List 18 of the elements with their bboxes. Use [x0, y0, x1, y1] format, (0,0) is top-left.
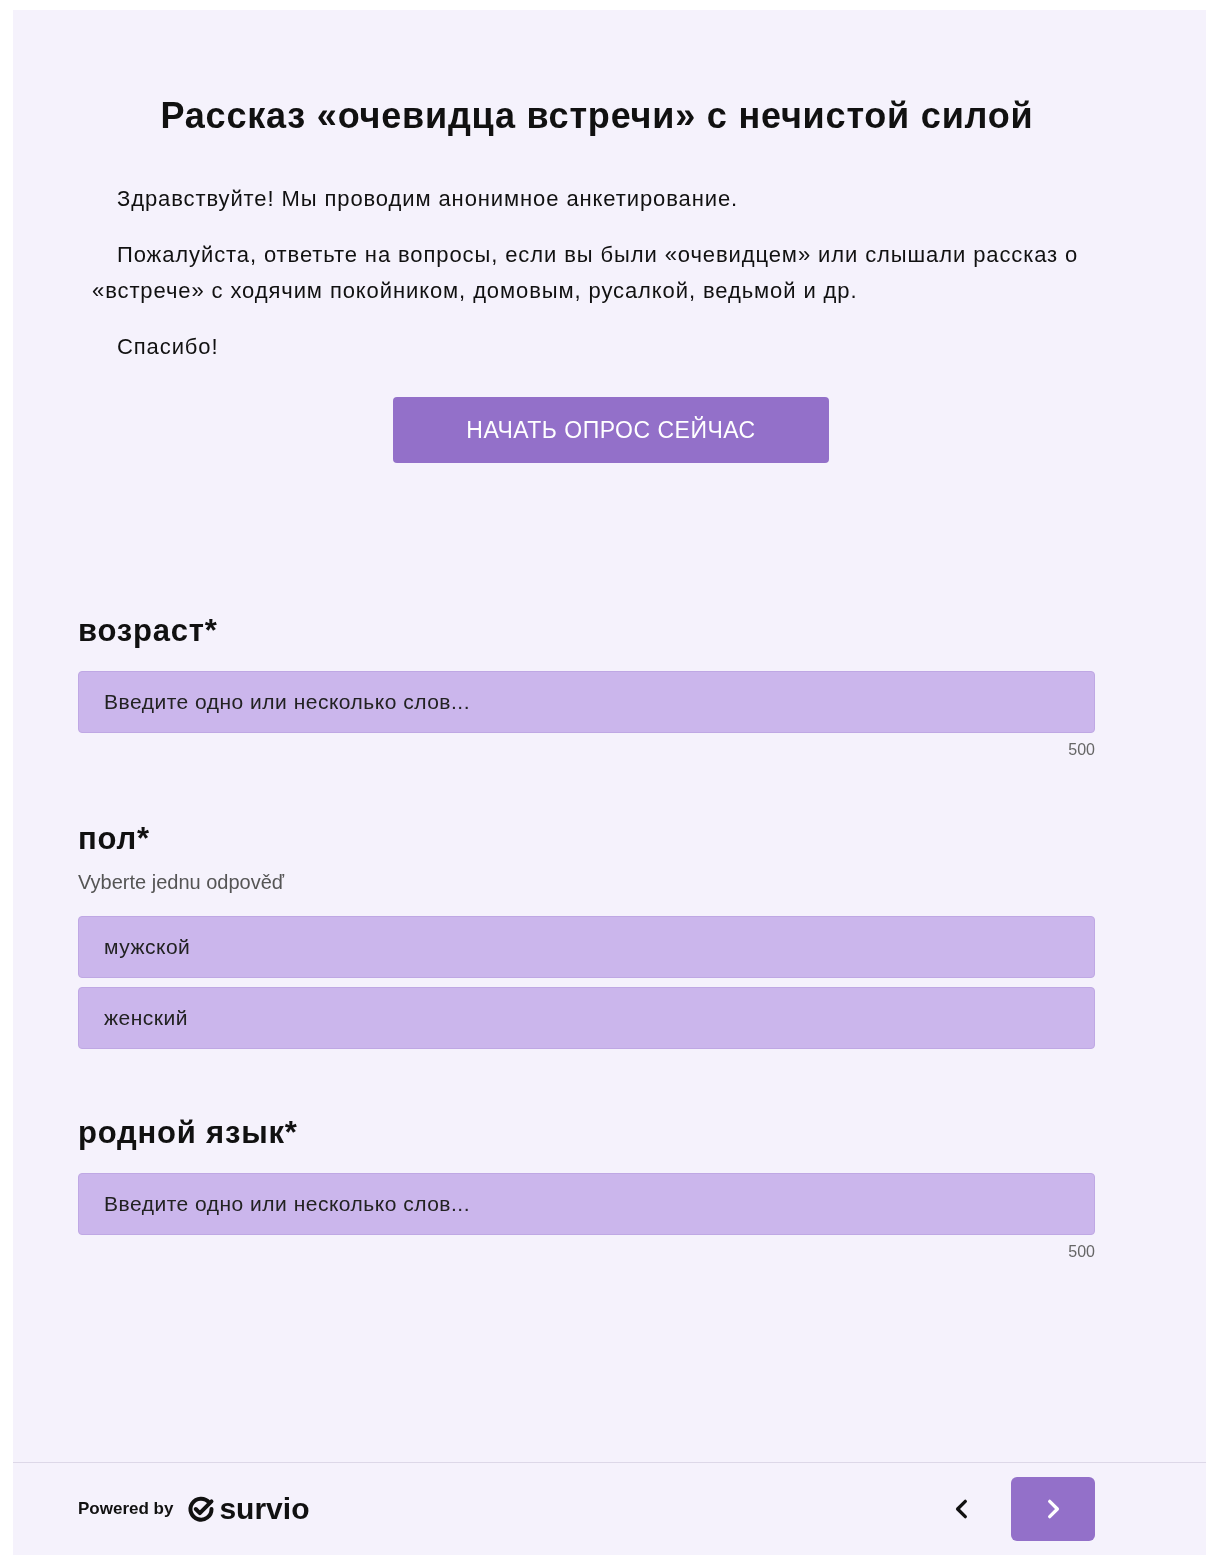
brand-name: survio	[219, 1492, 310, 1526]
check-logo-icon	[187, 1495, 216, 1523]
character-counter: 500	[1068, 1243, 1095, 1261]
question-title: родной язык*	[78, 1115, 299, 1151]
answer-field[interactable]: Введите одно или несколько слов...	[78, 671, 1095, 733]
answer-option[interactable]: женский	[78, 987, 1095, 1049]
question-title: возраст*	[78, 613, 219, 649]
question-hint: Vyberte jednu odpověď	[78, 871, 286, 894]
intro-paragraph: Спасибо!	[116, 333, 220, 361]
intro-paragraph: Пожалуйста, ответьте на вопросы, если вы были «очевидцем» или слышали рассказ о «встрече» с ходячим покойником, домовым, русалкой, ведьмой и др.	[92, 241, 1080, 305]
question-title: пол*	[78, 821, 151, 857]
start-survey-button[interactable]: НАЧАТЬ ОПРОС СЕЙЧАС	[393, 397, 829, 463]
survey-title: Рассказ «очевидца встречи» с нечистой силой	[159, 95, 1035, 137]
answer-field[interactable]: Введите одно или несколько слов...	[78, 1173, 1095, 1235]
answer-option[interactable]: мужской	[78, 916, 1095, 978]
character-counter: 500	[1068, 741, 1095, 759]
powered-by-label: Powered by	[78, 1499, 174, 1519]
intro-paragraph: Здравствуйте! Мы проводим анонимное анкетирование.	[116, 185, 740, 213]
